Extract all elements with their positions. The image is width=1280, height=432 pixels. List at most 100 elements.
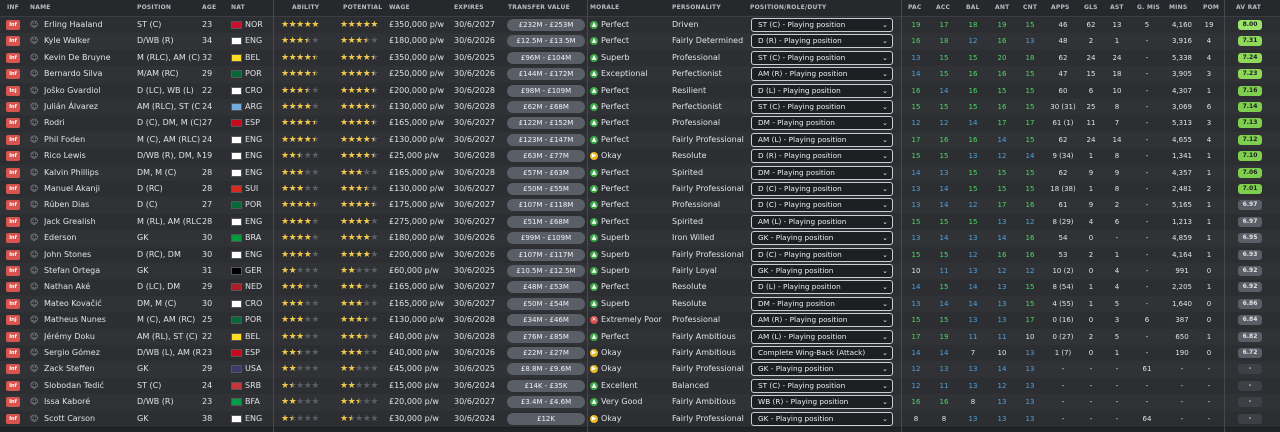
role-select[interactable]: D (C) - Playing position ⌄ [751, 198, 893, 213]
info-badge[interactable]: Inf [6, 184, 20, 194]
role-select[interactable]: DM - Playing position ⌄ [751, 165, 893, 180]
col-gls[interactable]: GLS [1084, 4, 1098, 11]
player-name[interactable]: Sergio Gómez [44, 345, 136, 361]
role-select[interactable]: GK - Playing position ⌄ [751, 264, 893, 278]
col-apps[interactable]: APPS [1051, 4, 1070, 11]
info-badge[interactable]: Inf [6, 20, 20, 30]
table-row[interactable]: Inf ☺ Erling Haaland ST (C) 23 NOR £350,000 p/… [0, 17, 1280, 35]
role-select[interactable]: ST (C) - Playing position ⌄ [751, 50, 893, 65]
col-age[interactable]: AGE [202, 4, 216, 11]
info-badge[interactable]: Inf [6, 216, 20, 227]
injury-badge[interactable]: Inj [6, 315, 20, 326]
role-select[interactable]: AM (R) - Playing position ⌄ [751, 67, 893, 82]
info-badge[interactable]: Inf [6, 249, 20, 260]
table-row[interactable]: Inf ☺ Nathan Aké D (LC), DM 29 NED £165,000 p/… [0, 279, 1280, 297]
table-row[interactable]: Inf ☺ Sergio GómezD/WB (L), AM (RL)23 ESP £4… [0, 345, 1280, 363]
player-name[interactable]: Kevin De Bruyne [44, 50, 136, 66]
table-row[interactable]: Inf ☺ Mateo Kovačić DM, M (C) 30 CRO £165,000 … [0, 295, 1280, 314]
role-select[interactable]: ST (C) - Playing position ⌄ [751, 378, 893, 393]
role-select[interactable]: D (C) - Playing position ⌄ [751, 182, 893, 196]
player-name[interactable]: Bernardo Silva [44, 66, 136, 82]
role-select[interactable]: AM (L) - Playing position ⌄ [751, 132, 893, 147]
table-row[interactable]: Inf ☺ Phil Foden M (C), AM (RLC) 24 ENG £130,0… [0, 131, 1280, 150]
player-name[interactable]: Jack Grealish [44, 214, 136, 230]
col-role[interactable]: POSITION/ROLE/DUTY [750, 4, 826, 11]
col-morale[interactable]: MORALE [590, 4, 619, 11]
table-row[interactable]: Inf ☺ Rodri D (C), DM, M (C) 27 ESP £165,000 p… [0, 115, 1280, 133]
table-row[interactable]: Inf ☺ Kalvin Phillips DM, M (C) 28 ENG £165,00… [0, 164, 1280, 182]
player-name[interactable]: Kalvin Phillips [44, 165, 136, 181]
injury-badge[interactable]: Inj [6, 85, 20, 96]
role-select[interactable]: D (L) - Playing position ⌄ [751, 280, 893, 295]
info-badge[interactable]: Inf [6, 151, 20, 162]
col-mins[interactable]: MINS [1169, 4, 1187, 11]
table-row[interactable]: Inf ☺ Kevin De BruyneM (RLC), AM (C),...32… [0, 49, 1280, 68]
col-expires[interactable]: EXPIRES [454, 4, 484, 11]
col-ast[interactable]: AST [1110, 4, 1124, 11]
table-row[interactable]: Inf ☺ Ederson GK 30 BRA £180,000 p/w 30/6/2026 I… [0, 230, 1280, 248]
player-name[interactable]: Erling Haaland [44, 17, 136, 33]
info-badge[interactable]: Inf [6, 69, 20, 80]
info-badge[interactable]: Inf [6, 282, 20, 293]
col-inf[interactable]: INF [7, 4, 19, 11]
player-name[interactable]: Matheus Nunes [44, 312, 136, 328]
role-select[interactable]: ST (C) - Playing position ⌄ [751, 100, 893, 114]
role-select[interactable]: AM (L) - Playing position ⌄ [751, 214, 893, 229]
col-acc[interactable]: ACC [936, 4, 950, 11]
player-name[interactable]: John Stones [44, 247, 136, 263]
role-select[interactable]: AM (R) - Playing position ⌄ [751, 313, 893, 328]
info-badge[interactable]: Inf [6, 200, 20, 211]
player-name[interactable]: Rico Lewis [44, 148, 136, 164]
info-badge[interactable]: Inf [6, 380, 20, 391]
table-row[interactable]: Inf ☺ Julián Álvarez AM (RLC), ST (C) 24 ARG £… [0, 99, 1280, 117]
table-row[interactable]: Inf ☺ Rúben Dias D (C) 27 POR £175,000 p/w 30/6… [0, 197, 1280, 215]
table-row[interactable]: Inf ☺ Zack Steffen GK 29 USA £45,000 p/w 30/6/2… [0, 361, 1280, 379]
info-badge[interactable]: Inf [6, 266, 20, 276]
player-name[interactable]: Mateo Kovačić [44, 296, 136, 312]
col-ant[interactable]: ANT [995, 4, 1009, 11]
player-name[interactable]: Joško Gvardiol [44, 83, 136, 99]
table-row[interactable]: Inf ☺ Slobodan Tedić ST (C) 24 SRB £15,000 p/w… [0, 377, 1280, 396]
role-select[interactable]: ST (C) - Playing position ⌄ [751, 18, 893, 32]
info-badge[interactable]: Inf [6, 118, 20, 129]
player-name[interactable]: Kyle Walker [44, 33, 136, 49]
role-select[interactable]: GK - Playing position ⌄ [751, 362, 893, 377]
table-row[interactable]: Inf ☺ Issa Kaboré D/WB (R) 23 BFA £20,000 p/w 3… [0, 394, 1280, 412]
info-badge[interactable]: Inf [6, 331, 20, 342]
info-badge[interactable]: Inf [6, 413, 20, 424]
player-name[interactable]: Jérémy Doku [44, 329, 136, 345]
col-transfer-value[interactable]: TRANSFER VALUE [508, 4, 570, 11]
player-name[interactable]: Stefan Ortega [44, 263, 136, 279]
info-badge[interactable]: Inf [6, 233, 20, 244]
col-cnt[interactable]: CNT [1023, 4, 1037, 11]
role-select[interactable]: DM - Playing position ⌄ [751, 116, 893, 131]
info-badge[interactable]: Inf [6, 298, 20, 309]
info-badge[interactable]: Inf [6, 102, 20, 112]
role-select[interactable]: Complete Wing-Back (Attack) ⌄ [751, 346, 893, 360]
table-row[interactable]: Inf ☺ Kyle Walker D/WB (R) 34 ENG £180,000 p/w… [0, 33, 1280, 51]
role-select[interactable]: GK - Playing position ⌄ [751, 411, 893, 426]
info-badge[interactable]: Inf [6, 364, 20, 375]
col-ability[interactable]: ABILITY [292, 4, 319, 11]
role-select[interactable]: DM - Playing position ⌄ [751, 296, 893, 311]
role-select[interactable]: D (L) - Playing position ⌄ [751, 83, 893, 98]
player-name[interactable]: Scott Carson [44, 411, 136, 427]
table-row[interactable]: Inj ☺ Joško Gvardiol D (LC), WB (L) 22 CRO £20… [0, 82, 1280, 100]
col-avrat[interactable]: AV RAT [1236, 4, 1261, 11]
player-name[interactable]: Manuel Akanji [44, 181, 136, 197]
player-name[interactable]: Phil Foden [44, 132, 136, 148]
col-position[interactable]: POSITION [137, 4, 171, 11]
table-row[interactable]: Inf ☺ Jack Grealish M (RL), AM (RLC) 28 ENG £2… [0, 213, 1280, 232]
col-nat[interactable]: NAT [231, 4, 245, 11]
col-personality[interactable]: PERSONALITY [672, 4, 721, 11]
col-potential[interactable]: POTENTIAL [343, 4, 382, 11]
role-select[interactable]: AM (L) - Playing position ⌄ [751, 329, 893, 344]
table-row[interactable]: Inf ☺ Jérémy Doku AM (RL), ST (C) 22 BEL £40,0… [0, 328, 1280, 346]
player-name[interactable]: Zack Steffen [44, 361, 136, 377]
info-badge[interactable]: Inf [6, 397, 20, 408]
role-select[interactable]: D (R) - Playing position ⌄ [751, 149, 893, 164]
player-name[interactable]: Julián Álvarez [44, 99, 136, 115]
table-row[interactable]: Inf ☺ Scott Carson GK 38 ENG £30,000 p/w 30/6/2… [0, 410, 1280, 428]
col-pac[interactable]: PAC [908, 4, 922, 11]
table-row[interactable]: Inf ☺ Stefan Ortega GK 31 GER £60,000 p/w 30/6/… [0, 263, 1280, 281]
